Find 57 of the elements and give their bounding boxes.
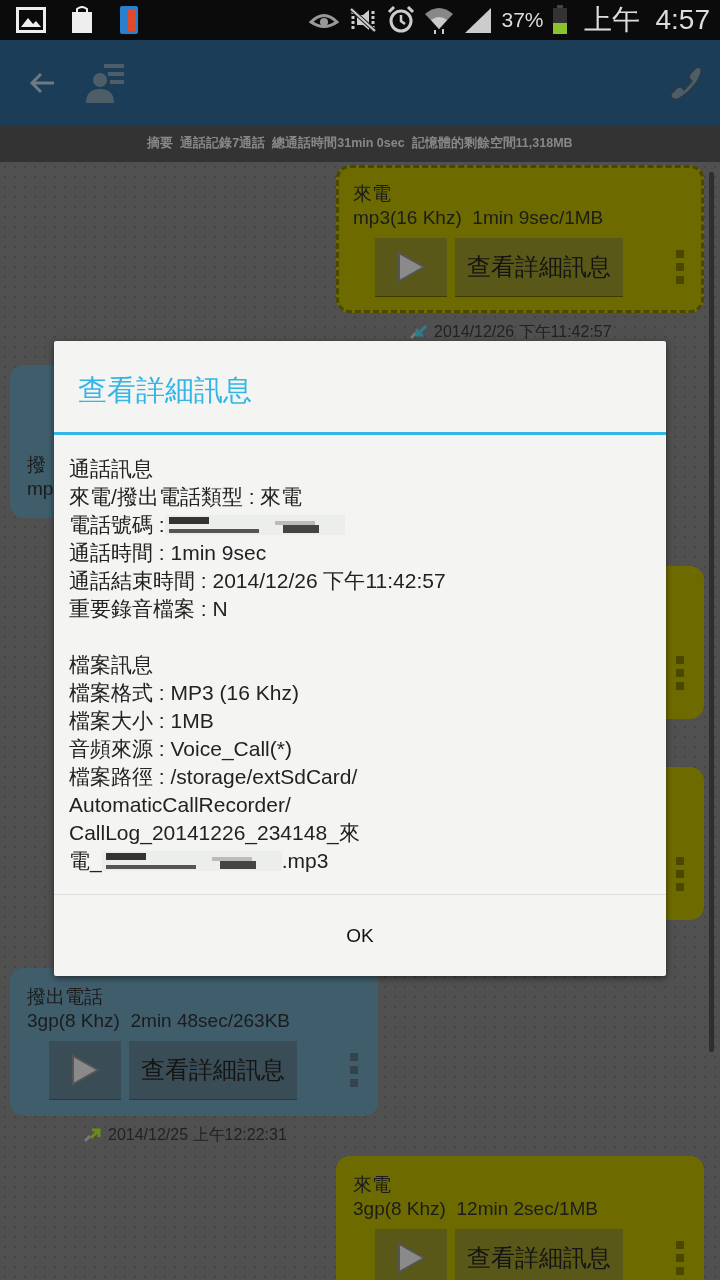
call-card[interactable]: 撥出電話 3gp(8 Khz) 2min 48sec/263KB 查看詳細訊息 [10, 968, 378, 1116]
play-icon [396, 251, 426, 283]
call-type-label: 來電 [353, 1173, 391, 1197]
call-type-label: 撥 [27, 453, 46, 477]
detail-line: 通話結束時間 : 2014/12/26 下午11:42:57 [69, 568, 447, 594]
play-button[interactable] [49, 1041, 121, 1099]
detail-line: 檔案訊息 [69, 652, 154, 678]
detail-line: 通話訊息 [69, 456, 154, 482]
detail-line: AutomaticCallRecorder/ [69, 792, 292, 818]
detail-line: 檔案路徑 : /storage/extSdCard/ [69, 764, 359, 790]
call-card[interactable]: 來電 mp3(16 Khz) 1min 9sec/1MB 查看詳細訊息 [336, 165, 704, 313]
call-type-label: 撥出電話 [27, 985, 103, 1009]
more-options-icon[interactable] [349, 1053, 359, 1087]
details-button[interactable]: 查看詳細訊息 [455, 1229, 623, 1280]
recording-info: 3gp(8 Khz) 2min 48sec/263KB [27, 1009, 290, 1033]
more-options-icon[interactable] [675, 656, 685, 690]
battery-icon [551, 5, 568, 35]
am-pm-label: 上午 [583, 3, 640, 37]
more-options-icon[interactable] [675, 857, 685, 891]
clock-time: 4:57 [655, 4, 710, 36]
phone-device-icon [118, 5, 140, 35]
call-type-label: 來電 [353, 182, 391, 206]
detail-line: 電話號碼 : [69, 512, 165, 538]
wifi-icon [423, 5, 456, 35]
play-icon [396, 1242, 426, 1274]
scrollbar[interactable] [709, 172, 714, 1052]
shopping-bag-icon [70, 6, 94, 34]
detail-line: 通話時間 : 1min 9sec [69, 540, 268, 566]
recording-info: mp [27, 477, 54, 501]
recording-info: 3gp(8 Khz) 12min 2sec/1MB [353, 1197, 598, 1221]
details-button[interactable]: 查看詳細訊息 [129, 1041, 297, 1099]
detail-line: CallLog_20141226_234148_來 [69, 820, 361, 847]
battery-percent: 37% [501, 8, 544, 32]
detail-line: 檔案大小 : 1MB [69, 708, 215, 734]
picture-icon [16, 7, 46, 33]
call-card[interactable]: 來電 3gp(8 Khz) 12min 2sec/1MB 查看詳細訊息 [336, 1156, 704, 1280]
summary-text: 摘要 通話記錄7通話 總通話時間31min 0sec 記憶體的剩餘空間11,318MB [147, 135, 573, 152]
play-button[interactable] [375, 1229, 447, 1280]
detail-line: 檔案格式 : MP3 (16 Khz) [69, 680, 300, 706]
dialog-title: 查看詳細訊息 [54, 341, 666, 435]
recording-info: mp3(16 Khz) 1min 9sec/1MB [353, 206, 604, 230]
signal-icon [463, 6, 494, 34]
play-icon [70, 1054, 100, 1086]
detail-line: .mp3 [281, 848, 329, 874]
contact-list-icon[interactable] [86, 61, 126, 104]
alarm-icon [387, 6, 416, 34]
detail-line: 重要錄音檔案 : N [69, 596, 229, 622]
play-button[interactable] [375, 238, 447, 296]
back-arrow-icon[interactable] [28, 70, 56, 95]
more-options-icon[interactable] [675, 250, 685, 284]
details-button[interactable]: 查看詳細訊息 [455, 238, 623, 296]
detail-line: 來電/撥出電話類型 : 來電 [69, 484, 304, 510]
detail-line: 電_ [69, 848, 102, 875]
detail-line: 音頻來源 : Voice_Call(*) [69, 736, 293, 763]
incoming-call-icon [408, 322, 428, 342]
more-options-icon[interactable] [675, 1241, 685, 1275]
ok-button[interactable]: OK [54, 894, 666, 976]
